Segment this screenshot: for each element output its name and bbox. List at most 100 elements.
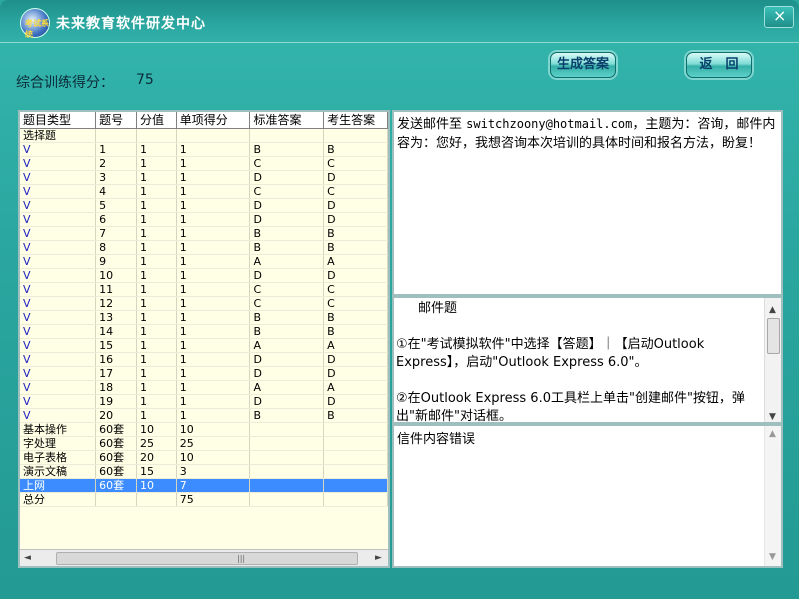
table-cell [323,492,388,507]
table-cell: 60套 [95,478,137,493]
table-row[interactable]: 电子表格 60套 20 10 [20,450,388,465]
table-cell: D [249,366,325,381]
score-grid[interactable]: 题目类型 题号 分值 单项得分 标准答案 考生答案 选择题 V 1 1 1 B B V 2 1 1 C C V 3 1 1… [18,110,390,568]
table-cell: B [249,324,325,339]
table-cell: 1 [136,142,177,157]
table-cell: A [249,254,325,269]
main-window: 考试系统 未来教育软件研发中心 × 生成答案 返 回 综合训练得分： 75 题目… [0,0,799,599]
close-icon: × [773,6,787,25]
table-cell: 选择题 [20,128,97,143]
column-header[interactable]: 考生答案 [323,112,388,129]
table-cell: 1 [176,212,251,227]
table-row[interactable]: V 13 1 1 B B [20,310,388,325]
table-cell: D [323,170,388,185]
table-cell: 1 [95,142,137,157]
table-row[interactable]: V311DD [20,170,388,185]
close-button[interactable]: × [764,6,794,28]
scroll-left-icon[interactable]: ◄ [24,553,31,563]
column-header[interactable]: 题号 [95,112,137,129]
table-row[interactable]: V911AA [20,254,388,269]
table-cell [249,464,325,479]
scroll-right-icon[interactable]: ► [375,553,382,563]
scrollbar-thumb[interactable]: ||| [56,552,358,565]
table-cell [323,478,388,493]
table-cell: 1 [176,338,251,353]
table-cell: 1 [176,156,251,171]
table-row[interactable]: 上网 60套 10 7 [20,478,388,493]
table-row[interactable]: V611DD [20,212,388,227]
table-cell: V [20,366,97,381]
table-cell: 1 [136,296,177,311]
vertical-scrollbar[interactable]: ▲ ▼ [764,298,781,422]
table-row[interactable]: V 18 1 1 A A [20,380,388,395]
column-header[interactable]: 分值 [136,112,177,129]
table-cell: C [249,156,325,171]
table-row[interactable]: V511DD [20,198,388,213]
guide-title: 邮件题 [418,301,458,316]
table-row[interactable]: V 11 1 1 C C [20,282,388,297]
table-cell: 10 [176,422,251,437]
table-cell: V [20,310,97,325]
generate-answer-button[interactable]: 生成答案 [550,52,616,78]
table-row[interactable]: 总分 75 [20,492,388,507]
table-row[interactable]: V211CC [20,156,388,171]
table-row[interactable]: V411CC [20,184,388,199]
table-row[interactable]: V 20 1 1 B B [20,408,388,423]
table-row[interactable]: V711BB [20,226,388,241]
table-row[interactable]: V 10 1 1 D D [20,268,388,283]
table-row[interactable]: V 12 1 1 C C [20,296,388,311]
back-button[interactable]: 返 回 [686,52,752,78]
table-cell: B [323,408,388,423]
table-cell: V [20,352,97,367]
result-pane[interactable]: 信件内容错误 ▲ ▼ [392,424,783,568]
scrollbar-thumb[interactable] [767,318,780,354]
scroll-down-icon[interactable]: ▼ [769,552,776,562]
table-cell: 1 [136,352,177,367]
column-header[interactable]: 标准答案 [249,112,325,129]
table-row[interactable]: V 15 1 1 A A [20,338,388,353]
table-cell: B [323,310,388,325]
table-cell: V [20,408,97,423]
table-cell: 1 [176,352,251,367]
table-cell: 1 [136,324,177,339]
table-row[interactable]: V 14 1 1 B B [20,324,388,339]
guide-step-1: ①在"考试模拟软件"中选择【答题】｜【启动Outlook Express】，启动… [396,337,705,370]
table-cell: D [249,394,325,409]
table-cell: 19 [95,394,137,409]
scroll-up-icon[interactable]: ▲ [769,429,776,439]
table-cell: D [249,198,325,213]
horizontal-scrollbar[interactable]: ◄ ||| ► [20,549,388,566]
table-cell: A [323,338,388,353]
table-cell: 1 [176,254,251,269]
table-cell: V [20,198,97,213]
table-cell: 60套 [95,464,137,479]
table-cell [323,422,388,437]
table-row[interactable]: V 19 1 1 D D [20,394,388,409]
scroll-down-icon[interactable]: ▼ [769,408,776,422]
table-row[interactable]: V111BB [20,142,388,157]
table-cell: 1 [176,240,251,255]
table-cell: 16 [95,352,137,367]
table-row[interactable]: V 17 1 1 D D [20,366,388,381]
table-row[interactable]: 字处理 60套 25 25 [20,436,388,451]
table-cell: 1 [136,212,177,227]
table-row[interactable]: 选择题 [20,128,388,143]
question-text-pane[interactable]: 发送邮件至 switchzoony@hotmail.com，主题为：咨询，邮件内… [392,110,783,296]
table-row[interactable]: V811BB [20,240,388,255]
table-cell: 11 [95,282,137,297]
table-row[interactable]: V 16 1 1 D D [20,352,388,367]
column-header[interactable]: 题目类型 [20,112,97,129]
scroll-up-icon[interactable]: ▲ [769,301,776,319]
table-cell: 10 [136,422,177,437]
table-cell [136,492,177,507]
vertical-scrollbar[interactable]: ▲ ▼ [764,426,781,566]
solution-guide-pane[interactable]: 邮件题 ①在"考试模拟软件"中选择【答题】｜【启动Outlook Express… [392,296,783,424]
table-row[interactable]: 演示文稿 60套 15 3 [20,464,388,479]
table-row[interactable]: 基本操作 60套 10 10 [20,422,388,437]
table-cell: 1 [136,394,177,409]
column-header[interactable]: 单项得分 [176,112,251,129]
table-cell: V [20,380,97,395]
table-cell: 9 [95,254,137,269]
table-cell: V [20,254,97,269]
table-cell: B [323,226,388,241]
